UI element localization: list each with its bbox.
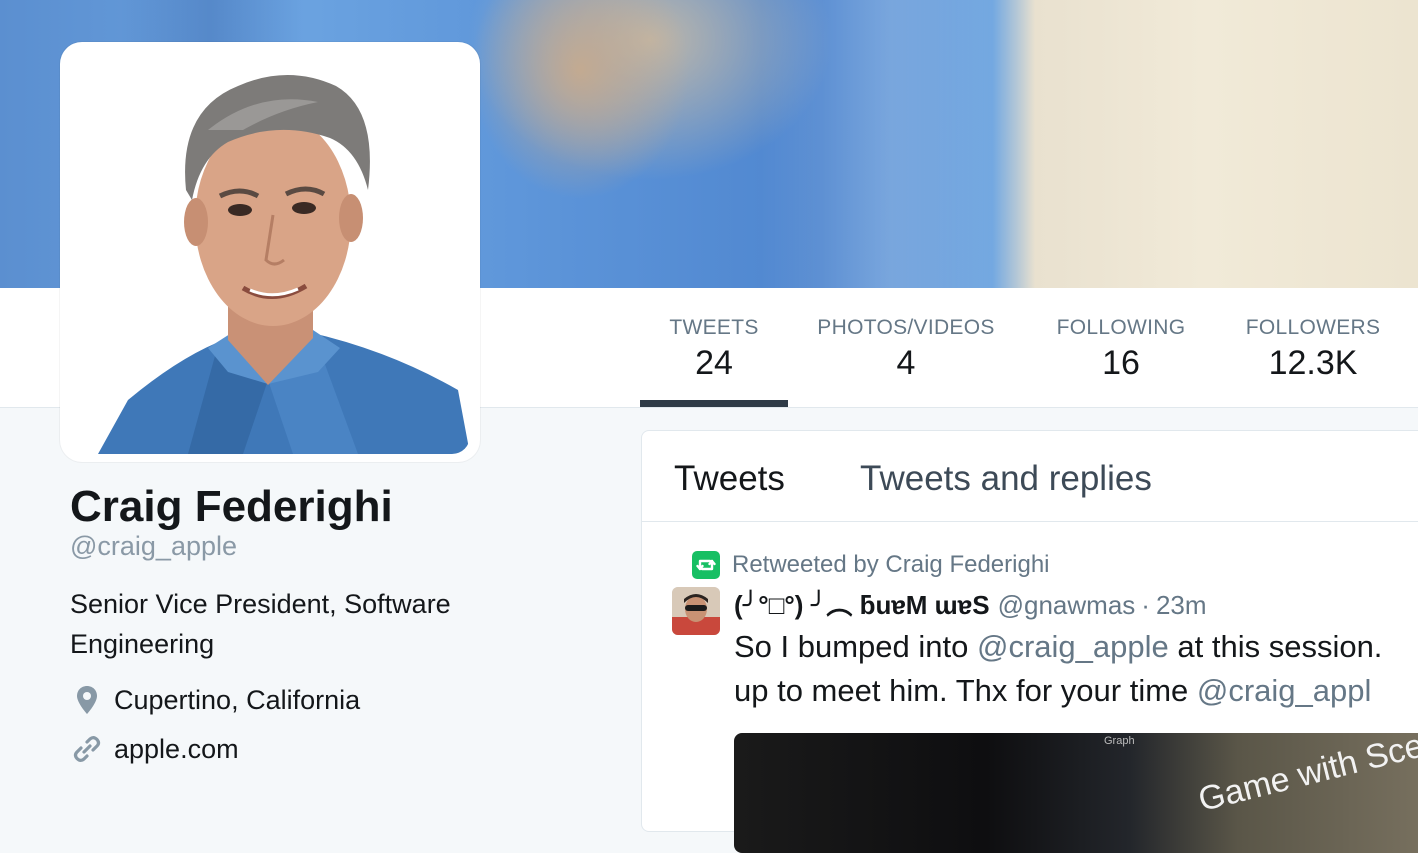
stat-value: 4 bbox=[896, 344, 916, 382]
tweet-text-part: up to meet him. Thx for your time bbox=[734, 673, 1197, 708]
tweet-timestamp[interactable]: 23m bbox=[1156, 590, 1207, 620]
stat-following[interactable]: FOLLOWING 16 bbox=[1050, 288, 1192, 407]
tab-tweets-and-replies[interactable]: Tweets and replies bbox=[860, 459, 1152, 499]
tweet-author-avatar[interactable] bbox=[672, 587, 720, 635]
timeline-card: Tweets Tweets and replies Retweeted by C… bbox=[641, 430, 1418, 853]
stat-label: PHOTOS/VIDEOS bbox=[817, 316, 995, 339]
profile-location: Cupertino, California bbox=[70, 682, 360, 718]
retweet-context: Retweeted by Craig Federighi bbox=[692, 551, 1050, 579]
media-caption-text: Game with Sce bbox=[1194, 733, 1418, 820]
stat-value: 24 bbox=[695, 344, 733, 382]
avatar-portrait-illustration bbox=[68, 50, 470, 454]
website-link[interactable]: apple.com bbox=[114, 734, 239, 765]
profile-handle[interactable]: @craig_apple bbox=[70, 531, 237, 562]
link-icon bbox=[70, 732, 104, 766]
tweet-mention[interactable]: @craig_appl bbox=[1197, 673, 1372, 708]
active-tab-underline bbox=[640, 400, 788, 407]
profile-avatar[interactable] bbox=[60, 42, 480, 462]
tab-tweets[interactable]: Tweets bbox=[674, 459, 785, 499]
tweet-author-name[interactable]: (╯°□°) ╯︵ ƃuɐM ɯɐS bbox=[734, 590, 990, 620]
map-pin-icon bbox=[70, 683, 104, 717]
tweet-media-image[interactable]: Graph Game with Sce bbox=[734, 733, 1418, 853]
profile-name: Craig Federighi bbox=[70, 482, 393, 531]
tweet-separator: · bbox=[1141, 590, 1150, 620]
retweet-icon bbox=[692, 551, 720, 579]
stat-label: FOLLOWERS bbox=[1245, 316, 1381, 339]
stat-tweets[interactable]: TWEETS 24 bbox=[640, 288, 788, 407]
profile-website[interactable]: apple.com bbox=[70, 731, 239, 767]
tweet-text-part: So I bumped into bbox=[734, 629, 977, 664]
stat-photos-videos[interactable]: PHOTOS/VIDEOS 4 bbox=[810, 288, 1002, 407]
stat-label: FOLLOWING bbox=[1056, 316, 1186, 339]
tweet-text-part: at this session. bbox=[1168, 629, 1383, 664]
timeline-tabs: Tweets Tweets and replies bbox=[642, 431, 1418, 522]
stat-value: 16 bbox=[1102, 344, 1140, 382]
tweet-author-handle[interactable]: @gnawmas bbox=[998, 590, 1136, 620]
banner-neck-shade bbox=[470, 0, 690, 200]
stat-value: 12.3K bbox=[1268, 344, 1358, 382]
tweet-header: (╯°□°) ╯︵ ƃuɐM ɯɐS @gnawmas · 23m bbox=[734, 585, 1207, 622]
stat-followers[interactable]: FOLLOWERS 12.3K bbox=[1240, 288, 1386, 407]
profile-bio: Senior Vice President, Software Engineer… bbox=[70, 589, 451, 659]
location-text: Cupertino, California bbox=[114, 684, 361, 715]
stat-label: TWEETS bbox=[669, 316, 759, 339]
banner-shirt-highlight bbox=[760, 0, 1020, 288]
avatar-photo bbox=[68, 50, 470, 454]
tweet-text: So I bumped into @craig_apple at this se… bbox=[734, 625, 1418, 713]
media-small-text: Graph bbox=[1104, 735, 1135, 747]
retweeted-by-text[interactable]: Retweeted by Craig Federighi bbox=[732, 551, 1050, 579]
tweet-mention[interactable]: @craig_apple bbox=[977, 629, 1169, 664]
